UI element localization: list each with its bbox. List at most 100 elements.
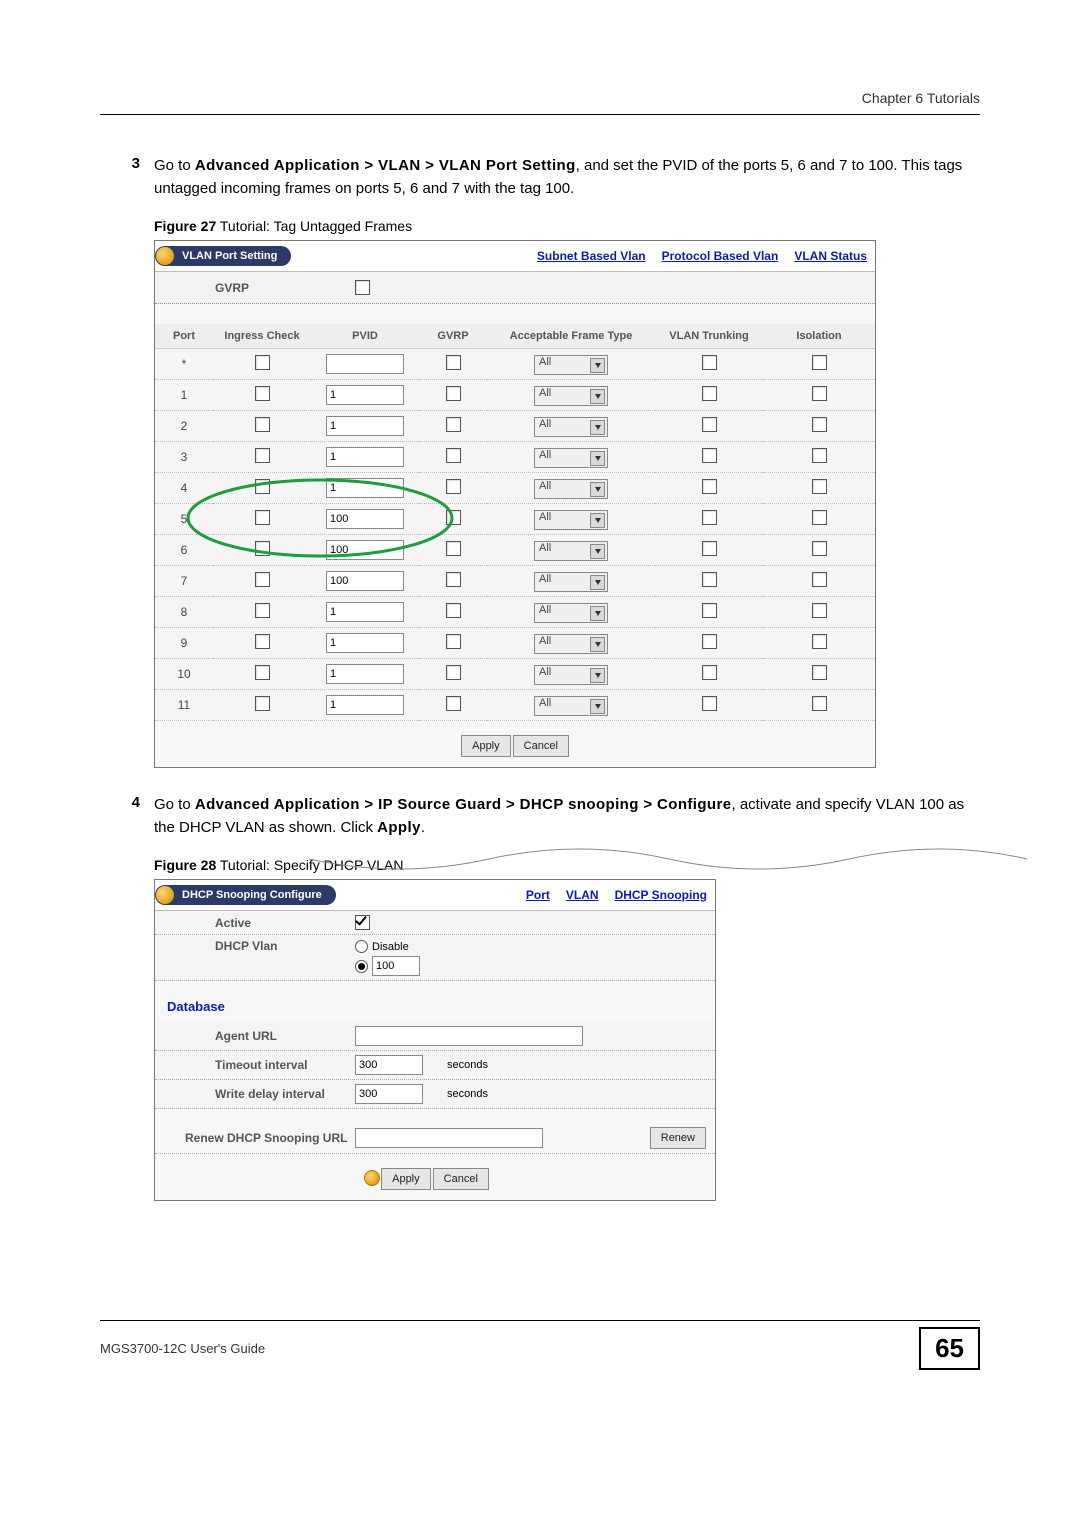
pvid-input[interactable] xyxy=(326,571,404,591)
isolation-checkbox[interactable] xyxy=(812,386,827,401)
ingress-checkbox[interactable] xyxy=(255,603,270,618)
pvid-input[interactable] xyxy=(326,354,404,374)
ingress-checkbox[interactable] xyxy=(255,355,270,370)
timeout-label: Timeout interval xyxy=(215,1058,355,1072)
frame-type-select[interactable]: All xyxy=(534,479,608,499)
frame-type-select[interactable]: All xyxy=(534,386,608,406)
gvrp-checkbox[interactable] xyxy=(446,448,461,463)
frame-type-select[interactable]: All xyxy=(534,634,608,654)
link-protocol-vlan[interactable]: Protocol Based Vlan xyxy=(662,249,779,263)
gvrp-checkbox[interactable] xyxy=(446,355,461,370)
pvid-input[interactable] xyxy=(326,633,404,653)
trunking-checkbox[interactable] xyxy=(702,479,717,494)
ingress-checkbox[interactable] xyxy=(255,572,270,587)
trunking-checkbox[interactable] xyxy=(702,386,717,401)
isolation-checkbox[interactable] xyxy=(812,417,827,432)
trunking-checkbox[interactable] xyxy=(702,355,717,370)
ingress-checkbox[interactable] xyxy=(255,479,270,494)
caption-bold: Figure 28 xyxy=(154,857,216,873)
isolation-checkbox[interactable] xyxy=(812,603,827,618)
frame-type-select[interactable]: All xyxy=(534,665,608,685)
apply-button[interactable]: Apply xyxy=(461,735,511,757)
gvrp-checkbox[interactable] xyxy=(446,572,461,587)
renew-input[interactable] xyxy=(355,1128,543,1148)
trunking-checkbox[interactable] xyxy=(702,417,717,432)
gvrp-checkbox[interactable] xyxy=(446,634,461,649)
isolation-checkbox[interactable] xyxy=(812,510,827,525)
frame-type-select[interactable]: All xyxy=(534,355,608,375)
isolation-checkbox[interactable] xyxy=(812,541,827,556)
renew-button[interactable]: Renew xyxy=(650,1127,706,1149)
gvrp-checkbox[interactable] xyxy=(446,386,461,401)
writedelay-label: Write delay interval xyxy=(215,1087,355,1101)
gvrp-checkbox[interactable] xyxy=(446,479,461,494)
step-3: 3 Go to Advanced Application > VLAN > VL… xyxy=(100,155,980,200)
ingress-checkbox[interactable] xyxy=(255,448,270,463)
isolation-checkbox[interactable] xyxy=(812,448,827,463)
step-body: Go to Advanced Application > IP Source G… xyxy=(154,794,980,839)
timeout-input[interactable] xyxy=(355,1055,423,1075)
pvid-input[interactable] xyxy=(326,478,404,498)
isolation-checkbox[interactable] xyxy=(812,634,827,649)
pvid-input[interactable] xyxy=(326,602,404,622)
ingress-checkbox[interactable] xyxy=(255,417,270,432)
cancel-button[interactable]: Cancel xyxy=(513,735,569,757)
isolation-checkbox[interactable] xyxy=(812,479,827,494)
trunking-checkbox[interactable] xyxy=(702,603,717,618)
link-dhcp-snooping[interactable]: DHCP Snooping xyxy=(615,888,707,902)
trunking-checkbox[interactable] xyxy=(702,541,717,556)
pvid-input[interactable] xyxy=(326,509,404,529)
radio-value[interactable] xyxy=(355,960,368,973)
frame-type-select[interactable]: All xyxy=(534,572,608,592)
frame-type-select[interactable]: All xyxy=(534,448,608,468)
writedelay-input[interactable] xyxy=(355,1084,423,1104)
apply-button[interactable]: Apply xyxy=(381,1168,431,1190)
gvrp-checkbox[interactable] xyxy=(446,665,461,680)
trunking-checkbox[interactable] xyxy=(702,696,717,711)
frame-type-select[interactable]: All xyxy=(534,541,608,561)
isolation-checkbox[interactable] xyxy=(812,355,827,370)
ingress-checkbox[interactable] xyxy=(255,386,270,401)
ingress-checkbox[interactable] xyxy=(255,634,270,649)
pvid-input[interactable] xyxy=(326,695,404,715)
pvid-input[interactable] xyxy=(326,664,404,684)
trunking-checkbox[interactable] xyxy=(702,572,717,587)
agent-url-input[interactable] xyxy=(355,1026,583,1046)
pvid-input[interactable] xyxy=(326,540,404,560)
gvrp-checkbox[interactable] xyxy=(446,510,461,525)
link-subnet-vlan[interactable]: Subnet Based Vlan xyxy=(537,249,646,263)
dhcp-vlan-input[interactable] xyxy=(372,956,420,976)
gvrp-checkbox[interactable] xyxy=(446,541,461,556)
dhcp-config-block: Active DHCP Vlan Disable xyxy=(155,911,715,981)
frame-type-select[interactable]: All xyxy=(534,696,608,716)
frame-type-select[interactable]: All xyxy=(534,603,608,623)
radio-disable[interactable] xyxy=(355,940,368,953)
step-text: Go to xyxy=(154,796,195,813)
gvrp-checkbox[interactable] xyxy=(446,417,461,432)
active-checkbox[interactable] xyxy=(355,915,370,930)
ingress-checkbox[interactable] xyxy=(255,665,270,680)
gvrp-checkbox[interactable] xyxy=(446,696,461,711)
gvrp-checkbox[interactable] xyxy=(446,603,461,618)
link-vlan-status[interactable]: VLAN Status xyxy=(794,249,867,263)
gvrp-checkbox[interactable] xyxy=(355,280,370,295)
ingress-checkbox[interactable] xyxy=(255,510,270,525)
trunking-checkbox[interactable] xyxy=(702,634,717,649)
frame-type-select[interactable]: All xyxy=(534,510,608,530)
link-vlan[interactable]: VLAN xyxy=(566,888,599,902)
ingress-checkbox[interactable] xyxy=(255,541,270,556)
frame-type-select[interactable]: All xyxy=(534,417,608,437)
ingress-checkbox[interactable] xyxy=(255,696,270,711)
cancel-button[interactable]: Cancel xyxy=(433,1168,489,1190)
cell-port: 8 xyxy=(155,597,213,628)
isolation-checkbox[interactable] xyxy=(812,665,827,680)
trunking-checkbox[interactable] xyxy=(702,665,717,680)
isolation-checkbox[interactable] xyxy=(812,572,827,587)
isolation-checkbox[interactable] xyxy=(812,696,827,711)
link-port[interactable]: Port xyxy=(526,888,550,902)
pvid-input[interactable] xyxy=(326,385,404,405)
pvid-input[interactable] xyxy=(326,447,404,467)
trunking-checkbox[interactable] xyxy=(702,448,717,463)
pvid-input[interactable] xyxy=(326,416,404,436)
trunking-checkbox[interactable] xyxy=(702,510,717,525)
